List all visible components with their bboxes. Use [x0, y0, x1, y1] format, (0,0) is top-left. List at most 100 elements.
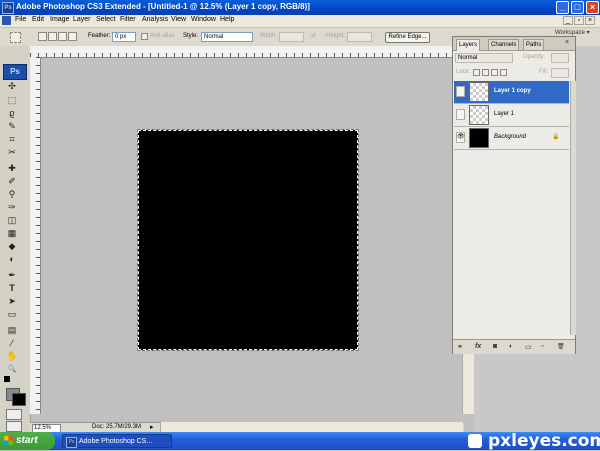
- minimize-button[interactable]: _: [556, 1, 569, 14]
- feather-input[interactable]: 0 px: [112, 32, 136, 42]
- dodge-tool-icon[interactable]: ◐: [5, 254, 19, 265]
- layers-panel: Layers Channels Paths × Normal Opacity: …: [452, 36, 576, 354]
- width-input[interactable]: [279, 32, 304, 42]
- quick-mask-icon[interactable]: [6, 409, 22, 420]
- quick-select-tool-icon[interactable]: ✎: [5, 121, 19, 132]
- layer-row-layer-1[interactable]: Layer 1: [454, 104, 569, 127]
- lock-pixels-icon[interactable]: [482, 69, 489, 76]
- add-selection-icon[interactable]: [48, 32, 57, 41]
- layer-row-background[interactable]: 👁 Background 🔒: [454, 127, 569, 150]
- path-select-tool-icon[interactable]: ➤: [5, 296, 19, 307]
- intersect-selection-icon[interactable]: [68, 32, 77, 41]
- menu-window[interactable]: Window: [191, 16, 216, 23]
- tab-paths[interactable]: Paths: [523, 39, 545, 50]
- opacity-input[interactable]: [551, 53, 569, 63]
- horizontal-scrollbar[interactable]: [160, 422, 463, 432]
- type-tool-icon[interactable]: T: [5, 283, 19, 294]
- photoshop-logo[interactable]: Ps: [3, 64, 27, 80]
- zoom-tool-icon[interactable]: 🔍: [5, 364, 19, 375]
- document-icon[interactable]: [2, 16, 11, 25]
- fill-input[interactable]: [551, 68, 569, 78]
- document-canvas[interactable]: [138, 130, 358, 350]
- tab-channels[interactable]: Channels: [488, 39, 520, 50]
- move-tool-icon[interactable]: ✣: [5, 81, 19, 92]
- menu-select[interactable]: Select: [96, 16, 115, 23]
- layers-scrollbar[interactable]: [570, 81, 576, 335]
- blur-tool-icon[interactable]: ◆: [5, 241, 19, 252]
- healing-tool-icon[interactable]: ✚: [5, 163, 19, 174]
- swap-icon[interactable]: ⇄: [311, 32, 316, 39]
- new-selection-icon[interactable]: [38, 32, 47, 41]
- start-button[interactable]: start: [0, 432, 55, 450]
- pxleyes-logo-icon: [468, 434, 482, 448]
- gradient-tool-icon[interactable]: ▦: [5, 228, 19, 239]
- marquee-preset-icon[interactable]: [10, 32, 21, 43]
- height-input[interactable]: [347, 32, 372, 42]
- screen-mode-icon[interactable]: [6, 421, 22, 432]
- menu-help[interactable]: Help: [220, 16, 234, 23]
- lock-all-icon[interactable]: [500, 69, 507, 76]
- menu-file[interactable]: File: [15, 16, 26, 23]
- lasso-tool-icon[interactable]: ϱ: [5, 108, 19, 119]
- menu-bar: File Edit Image Layer Select Filter Anal…: [0, 15, 600, 28]
- eyedropper-tool-icon[interactable]: ⁄: [5, 338, 19, 349]
- horizontal-ruler[interactable]: [30, 46, 464, 58]
- menu-view[interactable]: View: [171, 16, 186, 23]
- eye-icon[interactable]: 👁: [456, 132, 465, 143]
- fx-icon[interactable]: fx: [475, 343, 481, 350]
- pen-tool-icon[interactable]: ✒: [5, 270, 19, 281]
- maximize-button[interactable]: □: [571, 1, 584, 14]
- brush-tool-icon[interactable]: ✐: [5, 176, 19, 187]
- menu-analysis[interactable]: Analysis: [142, 16, 168, 23]
- vertical-ruler[interactable]: [30, 57, 41, 414]
- menu-image[interactable]: Image: [50, 16, 69, 23]
- refine-edge-button[interactable]: Refine Edge...: [385, 32, 430, 43]
- tab-layers[interactable]: Layers: [456, 39, 481, 51]
- mask-icon[interactable]: ◙: [493, 343, 497, 350]
- slice-tool-icon[interactable]: ✂: [5, 147, 19, 158]
- visibility-toggle[interactable]: [456, 86, 465, 97]
- panel-close-icon[interactable]: ×: [565, 39, 569, 46]
- antialias-checkbox[interactable]: [141, 33, 148, 40]
- width-label: Width:: [260, 33, 278, 39]
- background-color-swatch[interactable]: [12, 393, 26, 406]
- marquee-tool-icon[interactable]: ⬚: [5, 95, 19, 106]
- notes-tool-icon[interactable]: ▤: [5, 325, 19, 336]
- eraser-tool-icon[interactable]: ◫: [5, 215, 19, 226]
- crop-tool-icon[interactable]: ⌗: [5, 134, 19, 145]
- taskbar: start Ps Adobe Photoshop CS... pxleyes.c…: [0, 432, 600, 450]
- subtract-selection-icon[interactable]: [58, 32, 67, 41]
- layer-row-layer-1-copy[interactable]: Layer 1 copy: [454, 81, 569, 104]
- window-title: Adobe Photoshop CS3 Extended - [Untitled…: [16, 2, 310, 11]
- stamp-tool-icon[interactable]: ⚲: [5, 189, 19, 200]
- trash-icon[interactable]: 🗑: [557, 343, 565, 350]
- style-select[interactable]: Normal: [201, 32, 253, 42]
- close-button[interactable]: ×: [586, 1, 599, 14]
- panel-tabs: Layers Channels Paths ×: [453, 37, 575, 51]
- taskbar-photoshop-button[interactable]: Ps Adobe Photoshop CS...: [62, 434, 172, 448]
- new-layer-icon[interactable]: ▫: [541, 343, 543, 350]
- workspace-menu[interactable]: Workspace ▾: [555, 29, 590, 36]
- lock-position-icon[interactable]: [491, 69, 498, 76]
- lock-label: Lock:: [456, 69, 471, 75]
- history-brush-tool-icon[interactable]: ✑: [5, 202, 19, 213]
- photoshop-task-icon: Ps: [66, 437, 77, 448]
- link-icon[interactable]: ⚭: [457, 343, 463, 351]
- status-arrow-icon[interactable]: ▸: [150, 423, 154, 431]
- blend-mode-select[interactable]: Normal: [455, 53, 513, 63]
- doc-size: Doc: 25.7M/29.3M: [92, 424, 142, 430]
- menu-layer[interactable]: Layer: [73, 16, 91, 23]
- doc-restore-button[interactable]: ▫: [574, 16, 584, 25]
- menu-edit[interactable]: Edit: [32, 16, 44, 23]
- hand-tool-icon[interactable]: ✋: [5, 351, 19, 362]
- folder-icon[interactable]: ▭: [525, 343, 532, 351]
- menu-filter[interactable]: Filter: [120, 16, 136, 23]
- adjustment-icon[interactable]: ◐: [509, 343, 513, 350]
- doc-minimize-button[interactable]: _: [563, 16, 573, 25]
- default-colors-icon[interactable]: [4, 376, 10, 382]
- visibility-toggle[interactable]: [456, 109, 465, 120]
- lock-transparency-icon[interactable]: [473, 69, 480, 76]
- doc-close-button[interactable]: ×: [585, 16, 595, 25]
- shape-tool-icon[interactable]: ▭: [5, 309, 19, 320]
- windows-flag-icon: [4, 436, 13, 445]
